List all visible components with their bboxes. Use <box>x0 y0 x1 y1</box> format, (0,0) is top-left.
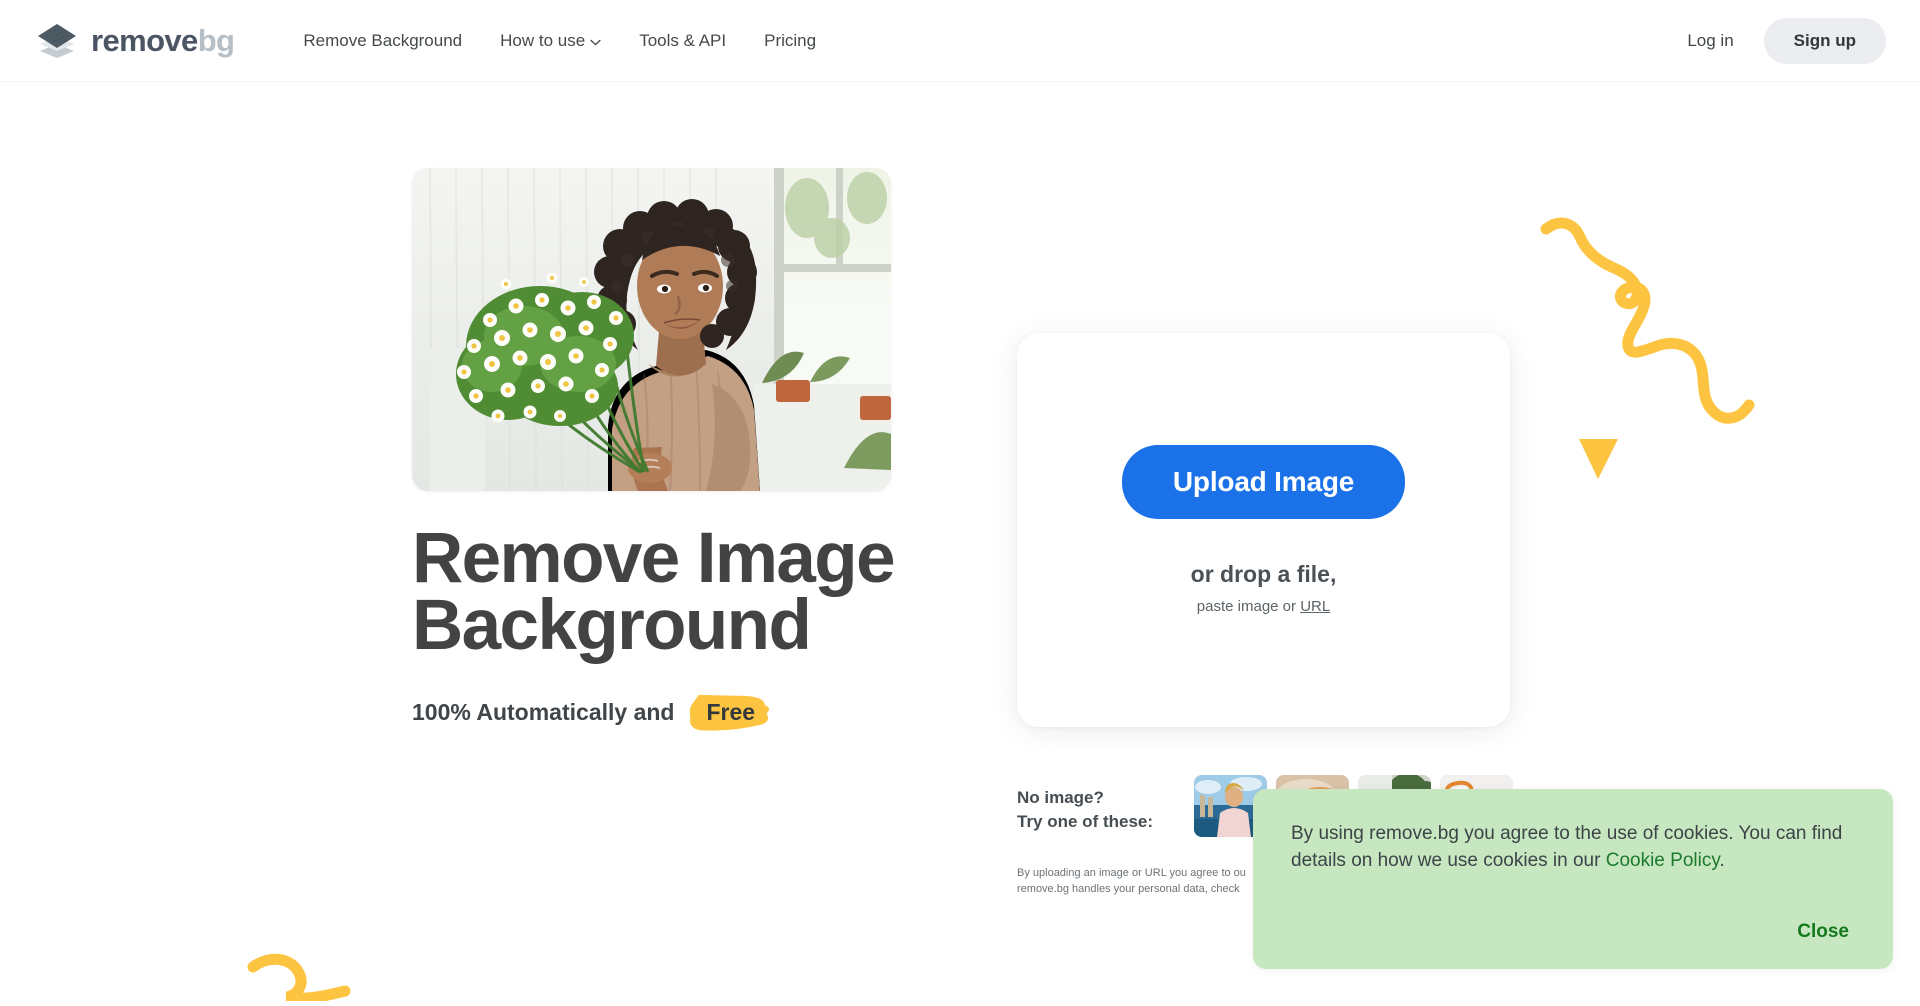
free-highlight: Free <box>688 694 771 731</box>
nav-label: Pricing <box>764 30 817 50</box>
paste-url-text: paste image or URL <box>1197 598 1330 615</box>
free-label: Free <box>706 698 756 725</box>
cookie-consent-banner: By using remove.bg you agree to the use … <box>1253 789 1893 969</box>
nav-label: How to use <box>500 30 586 50</box>
nav-item-pricing[interactable]: Pricing <box>745 23 835 59</box>
nav-item-tools-api[interactable]: Tools & API <box>620 23 745 59</box>
nav-item-how-to-use[interactable]: How to use <box>481 23 620 59</box>
main-nav: Remove Background How to use Tools & API… <box>284 23 835 59</box>
yellow-squiggle-right-decoration <box>1540 196 1790 486</box>
brand-name-secondary: bg <box>197 23 235 58</box>
sample-label-line-2: Try one of these: <box>1017 812 1154 832</box>
layers-diamond-icon <box>34 18 80 64</box>
hero-section: Remove Image Background 100% Automatical… <box>412 168 952 731</box>
brand-wordmark: removebg <box>91 23 235 58</box>
brand-name-primary: remove <box>91 23 198 58</box>
cookie-policy-link[interactable]: Cookie Policy <box>1606 850 1720 871</box>
upload-dropzone-card[interactable]: Upload Image or drop a file, paste image… <box>1017 333 1510 727</box>
paste-prefix: paste image or <box>1196 598 1297 615</box>
cookie-close-button[interactable]: Close <box>1791 917 1855 947</box>
brand-logo-link[interactable]: removebg <box>34 18 235 64</box>
nav-label: Remove Background <box>303 30 463 50</box>
nav-item-remove-background[interactable]: Remove Background <box>284 23 481 59</box>
sample-images-label: No image? Try one of these: <box>1017 775 1194 834</box>
upload-image-button[interactable]: Upload Image <box>1121 445 1406 519</box>
hero-subtitle-prefix: 100% Automatically and <box>412 699 675 726</box>
cookie-banner-text: By using remove.bg you agree to the use … <box>1291 821 1855 875</box>
login-link[interactable]: Log in <box>1675 23 1745 59</box>
site-header: removebg Remove Background How to use To… <box>0 0 1920 82</box>
drop-file-text: or drop a file, <box>1190 561 1337 587</box>
yellow-squiggle-bottom-left-decoration <box>245 945 435 1004</box>
nav-label: Tools & API <box>639 30 727 50</box>
sample-label-line-1: No image? <box>1017 788 1104 807</box>
cookie-text-before-link: By using remove.bg you agree to the use … <box>1291 823 1843 871</box>
hero-subtitle: 100% Automatically and Free <box>412 694 952 731</box>
header-actions: Log in Sign up <box>1675 17 1886 64</box>
url-link[interactable]: URL <box>1300 598 1330 615</box>
page-title-line-2: Background <box>412 586 812 666</box>
cookie-text-after-link: . <box>1719 849 1725 871</box>
signup-button[interactable]: Sign up <box>1763 17 1886 64</box>
hero-photo <box>412 168 891 491</box>
page-title: Remove Image Background <box>412 523 952 661</box>
chevron-down-icon <box>590 31 601 51</box>
